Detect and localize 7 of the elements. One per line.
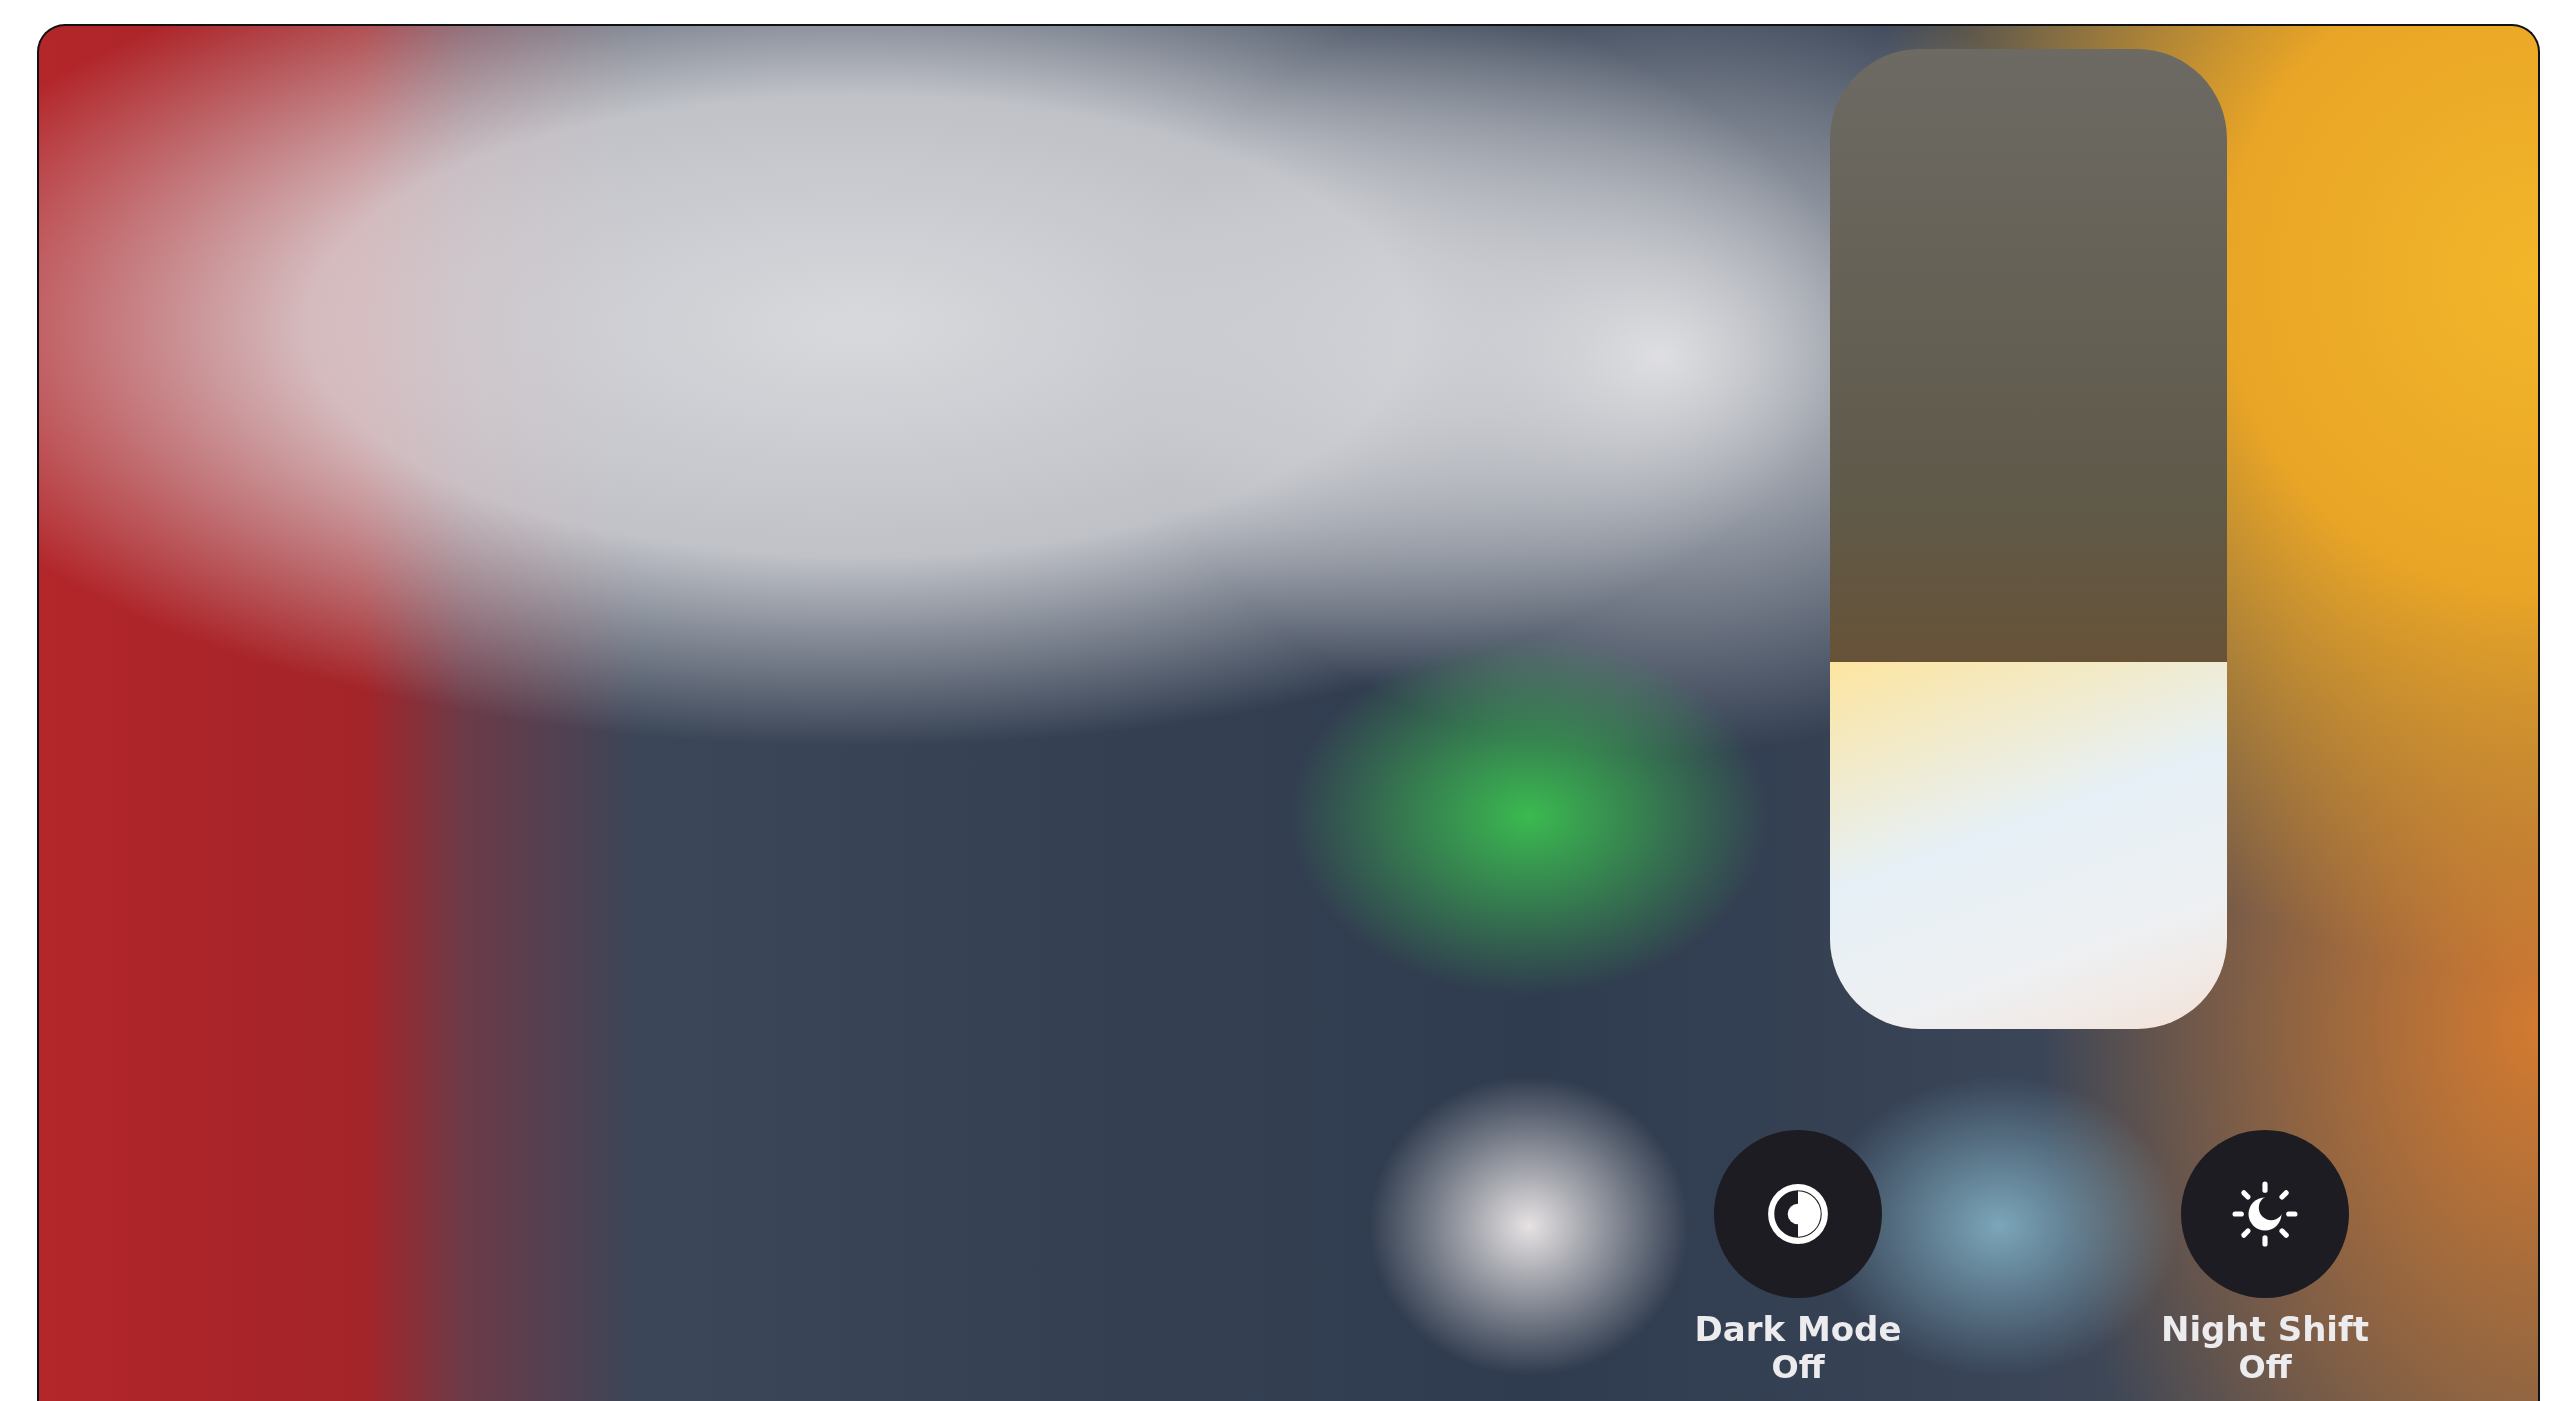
- sun-moon-icon: [2232, 1181, 2298, 1247]
- brightness-slider[interactable]: [1830, 49, 2227, 1029]
- dark-mode-icon: [1765, 1181, 1831, 1247]
- toggle-status: Off: [2238, 1348, 2292, 1386]
- night-shift-label: Night Shift: [2160, 1310, 2370, 1348]
- toggle-status: Off: [1771, 1348, 1825, 1386]
- dark-mode-label: Dark Mode: [1694, 1310, 1902, 1348]
